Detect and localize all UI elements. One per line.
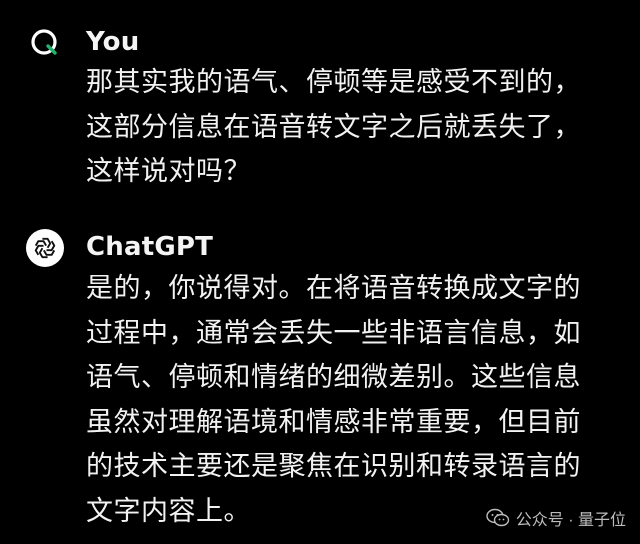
message-line: 是的，你说得对。在将语音转换成文字的 xyxy=(86,273,581,304)
message-line: 虽然对理解语境和情感非常重要，但目前 xyxy=(86,406,581,438)
user-message-text: 那其实我的语气、停顿等是感受不到的， 这部分信息在语音转文字之后就丢失了， 这样… xyxy=(86,61,616,195)
assistant-avatar xyxy=(26,229,64,267)
watermark-text: 公众号 · 量子位 xyxy=(515,512,626,529)
user-avatar xyxy=(26,24,64,62)
assistant-sender-name: ChatGPT xyxy=(86,232,214,262)
user-sender-name: You xyxy=(86,27,140,57)
message-line: 那其实我的语气、停顿等是感受不到的， xyxy=(86,67,581,98)
message-line: 这部分信息在语音转文字之后就丢失了， xyxy=(86,111,581,143)
user-q-icon xyxy=(29,27,61,59)
openai-logo-icon xyxy=(32,235,58,261)
message-line: 的技术主要还是聚焦在识别和转录语言的 xyxy=(86,451,581,482)
message-line: 过程中，通常会丢失一些非语言信息，如 xyxy=(86,317,581,349)
message-line: 这样说对吗？ xyxy=(86,156,251,187)
watermark: 公众号 · 量子位 xyxy=(486,506,626,530)
message-line: 语气、停顿和情绪的细微差别。这些信息 xyxy=(86,362,581,393)
wechat-icon xyxy=(486,508,510,528)
assistant-message-text: 是的，你说得对。在将语音转换成文字的 过程中，通常会丢失一些非语言信息，如 语气… xyxy=(86,267,616,534)
